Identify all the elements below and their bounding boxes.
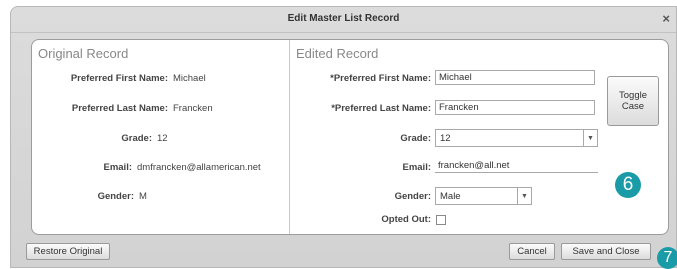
edit-record-dialog: Edit Master List Record × Original Recor… [10,6,677,269]
gender-select-value: Male [440,191,461,202]
edited-record-heading: Edited Record [296,46,379,61]
restore-original-button[interactable]: Restore Original [26,243,110,260]
cancel-button[interactable]: Cancel [509,243,555,260]
record-panel: Original Record Preferred First Name: Mi… [31,39,669,235]
opted-out-label: Opted Out: [381,214,431,225]
email-input[interactable] [435,158,598,173]
grade-select-value: 12 [440,133,451,144]
original-record-heading: Original Record [38,46,129,61]
chevron-down-icon[interactable]: ▼ [583,130,597,146]
original-first-name-value: Michael [173,73,206,84]
close-icon[interactable]: × [662,11,670,26]
grade-select[interactable]: 12 ▼ [435,129,598,147]
callout-badge-7: 7 [657,247,677,269]
original-email-label: Email: [103,162,132,173]
callout-badge-6: 6 [615,172,641,198]
edited-grade-label: Grade: [400,133,431,144]
original-grade-value: 12 [157,133,168,144]
opted-out-checkbox[interactable] [436,215,446,225]
chevron-down-icon[interactable]: ▼ [517,188,531,204]
original-first-name-label: Preferred First Name: [70,73,168,84]
dialog-title: Edit Master List Record [287,13,400,24]
toggle-case-button[interactable]: Toggle Case [607,76,659,126]
panel-divider [289,40,290,234]
last-name-input[interactable] [435,100,595,115]
first-name-input[interactable] [435,70,595,85]
edited-gender-label: Gender: [394,191,431,202]
original-email-value: dmfrancken@allamerican.net [137,162,261,173]
dialog-titlebar: Edit Master List Record × [11,7,676,33]
edited-last-name-label: *Preferred Last Name: [331,103,431,114]
original-gender-value: M [139,191,147,202]
edited-email-label: Email: [402,162,431,173]
original-last-name-value: Francken [173,103,213,114]
original-last-name-label: Preferred Last Name: [71,103,168,114]
save-and-close-button[interactable]: Save and Close [561,243,651,260]
gender-select[interactable]: Male ▼ [435,187,532,205]
original-grade-label: Grade: [121,133,152,144]
original-gender-label: Gender: [97,191,134,202]
edited-first-name-label: *Preferred First Name: [330,73,431,84]
